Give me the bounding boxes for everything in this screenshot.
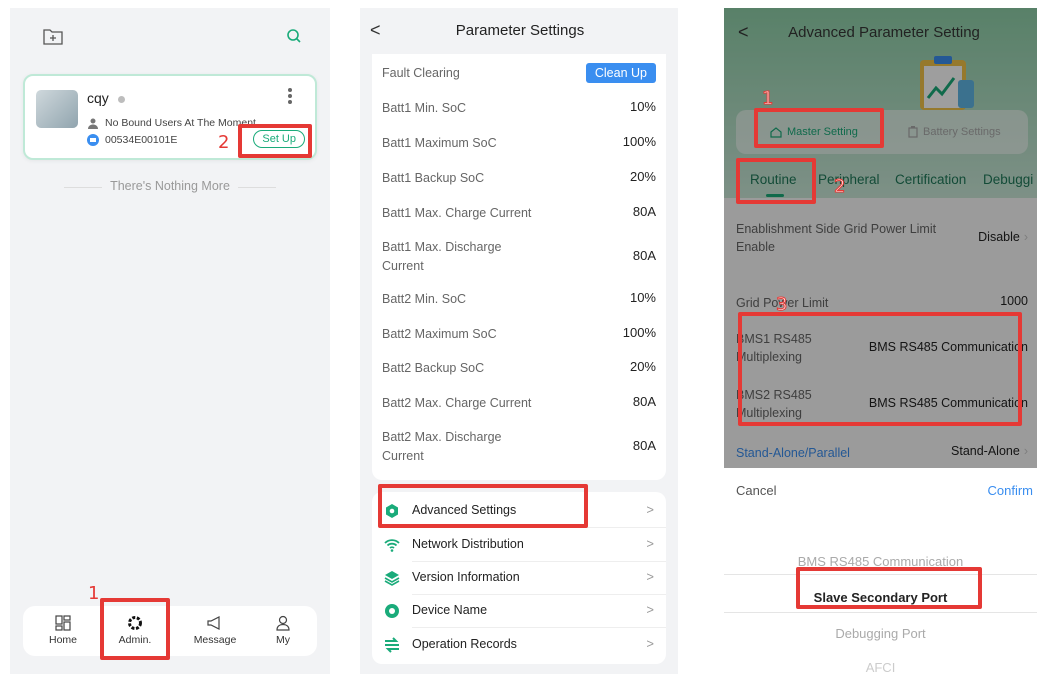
device-icon bbox=[385, 604, 399, 618]
param-label: Batt1 Max. Discharge Current bbox=[382, 240, 502, 273]
annotation-number-1: 1 bbox=[761, 88, 774, 110]
tab-my[interactable]: My bbox=[253, 612, 313, 646]
serial-number: 00534E00101E bbox=[105, 134, 178, 146]
chevron-right-icon: > bbox=[646, 502, 654, 517]
param-label: Batt2 Min. SoC bbox=[382, 292, 467, 306]
serial-line: 00534E00101E bbox=[87, 134, 177, 146]
tab-home-label: Home bbox=[48, 634, 77, 646]
modal-backdrop[interactable] bbox=[724, 8, 1037, 468]
home-grid-icon bbox=[33, 612, 93, 634]
menu-item-label: Advanced Settings bbox=[412, 503, 517, 517]
empty-list-text: There's Nothing More bbox=[64, 179, 276, 193]
annotation-number-2: 2 bbox=[833, 176, 846, 198]
page-title: Advanced Parameter Setting bbox=[788, 24, 980, 41]
param-label: Batt2 Max. Discharge Current bbox=[382, 430, 502, 463]
megaphone-icon bbox=[185, 612, 245, 634]
fault-clearing-row: Fault Clearing Clean Up bbox=[372, 54, 666, 90]
parameter-card: Fault Clearing Clean Up Batt1 Min. SoC 1… bbox=[372, 54, 666, 480]
param-value: 100% bbox=[622, 325, 656, 340]
settings-icon bbox=[386, 504, 398, 518]
tab-admin-label: Admin. bbox=[118, 634, 152, 646]
menu-item-device-name[interactable]: Device Name > bbox=[372, 594, 666, 628]
person-icon bbox=[253, 612, 313, 634]
menu-item-label: Operation Records bbox=[412, 637, 517, 651]
param-value: 10% bbox=[629, 99, 656, 114]
menu-item-label: Device Name bbox=[412, 603, 488, 617]
chevron-right-icon: > bbox=[646, 636, 654, 651]
param-value: 20% bbox=[629, 169, 656, 184]
cancel-button[interactable]: Cancel bbox=[736, 483, 776, 498]
status-dot bbox=[118, 96, 125, 103]
annotation-number-3: 3 bbox=[775, 294, 788, 316]
param-value: 80A bbox=[632, 394, 656, 409]
bound-users-line: No Bound Users At The Moment bbox=[87, 117, 256, 129]
more-options-icon[interactable] bbox=[287, 86, 293, 108]
picker-sheet: Cancel Confirm BMS RS485 Communication S… bbox=[724, 468, 1037, 674]
param-label: Batt1 Max. Charge Current bbox=[382, 206, 532, 220]
device-name: cqy bbox=[87, 90, 109, 106]
param-label: Batt2 Backup SoC bbox=[382, 361, 485, 375]
picker-option[interactable]: BMS RS485 Communication bbox=[724, 554, 1037, 569]
menu-item-label: Version Information bbox=[412, 570, 520, 584]
param-value: 80A bbox=[632, 204, 656, 219]
menu-item-advanced-settings[interactable]: Advanced Settings > bbox=[372, 494, 666, 528]
annotation-number-1: 1 bbox=[88, 583, 100, 604]
fault-clearing-label: Fault Clearing bbox=[382, 66, 460, 80]
param-value: 80A bbox=[632, 248, 656, 263]
serial-icon bbox=[87, 134, 99, 146]
menu-item-version-information[interactable]: Version Information > bbox=[372, 561, 666, 595]
folder-add-icon[interactable] bbox=[42, 26, 64, 46]
search-icon[interactable] bbox=[284, 26, 306, 46]
menu-item-operation-records[interactable]: Operation Records > bbox=[372, 628, 666, 662]
wifi-icon bbox=[384, 539, 400, 552]
tab-my-label: My bbox=[276, 634, 290, 646]
annotation-number-2: 2 bbox=[218, 132, 230, 153]
picker-option-selected[interactable]: Slave Secondary Port bbox=[724, 590, 1037, 605]
param-label: Batt1 Min. SoC bbox=[382, 101, 467, 115]
param-value: 80A bbox=[632, 438, 656, 453]
device-image bbox=[36, 90, 78, 128]
parameter-settings-screen: < Parameter Settings Fault Clearing Clea… bbox=[360, 8, 678, 674]
back-button[interactable]: < bbox=[738, 22, 749, 43]
bottom-tab-bar: Home Admin. Message My bbox=[23, 606, 317, 656]
chevron-right-icon: > bbox=[646, 569, 654, 584]
param-label: Batt2 Maximum SoC bbox=[382, 327, 497, 341]
setup-button[interactable]: Set Up bbox=[253, 130, 305, 148]
layers-icon bbox=[384, 571, 400, 586]
bound-users-text: No Bound Users At The Moment bbox=[105, 117, 256, 129]
user-icon bbox=[88, 118, 98, 129]
page-title: Parameter Settings bbox=[455, 22, 585, 39]
clean-up-button[interactable]: Clean Up bbox=[585, 63, 656, 83]
menu-item-label: Network Distribution bbox=[412, 537, 524, 551]
tab-home[interactable]: Home bbox=[33, 612, 93, 646]
param-label: Batt1 Backup SoC bbox=[382, 171, 485, 185]
settings-menu: Advanced Settings > Network Distribution… bbox=[372, 492, 666, 664]
tab-message[interactable]: Message bbox=[185, 612, 245, 646]
param-label: Batt1 Maximum SoC bbox=[382, 136, 497, 150]
chevron-right-icon: > bbox=[646, 602, 654, 617]
back-button[interactable]: < bbox=[370, 20, 381, 41]
device-list-screen: cqy No Bound Users At The Moment 00534E0… bbox=[10, 8, 330, 674]
tab-admin[interactable]: Admin. bbox=[105, 612, 165, 646]
param-label: Batt2 Max. Charge Current bbox=[382, 396, 532, 410]
tab-message-label: Message bbox=[193, 634, 237, 646]
records-icon bbox=[385, 637, 399, 653]
chevron-right-icon: > bbox=[646, 536, 654, 551]
menu-item-network-distribution[interactable]: Network Distribution > bbox=[372, 528, 666, 562]
device-card[interactable]: cqy No Bound Users At The Moment 00534E0… bbox=[23, 74, 317, 160]
advanced-parameter-screen: Enablishment Side Grid Power Limit Enabl… bbox=[724, 8, 1037, 674]
confirm-button[interactable]: Confirm bbox=[987, 483, 1033, 498]
param-value: 100% bbox=[622, 134, 656, 149]
param-value: 20% bbox=[629, 359, 656, 374]
gear-icon bbox=[105, 612, 165, 634]
picker-option[interactable]: Debugging Port bbox=[724, 626, 1037, 641]
picker-option[interactable]: AFCI bbox=[724, 660, 1037, 674]
param-value: 10% bbox=[629, 290, 656, 305]
